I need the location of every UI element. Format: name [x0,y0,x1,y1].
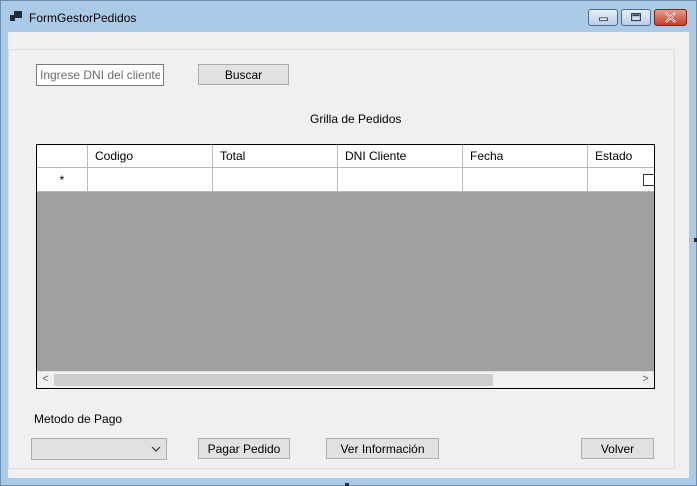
scroll-right-button[interactable]: > [637,372,654,388]
column-header-total[interactable]: Total [213,145,338,168]
row-header-corner [37,145,88,168]
estado-checkbox[interactable] [643,174,654,186]
title-bar[interactable]: FormGestorPedidos [1,1,696,31]
horizontal-scrollbar[interactable]: < > [37,371,654,388]
maximize-icon [631,13,641,22]
payment-method-combobox[interactable] [31,438,167,460]
payment-method-label: Metodo de Pago [34,412,123,426]
column-header-dni-cliente[interactable]: DNI Cliente [338,145,463,168]
chevron-down-icon [151,446,161,452]
back-button[interactable]: Volver [581,438,654,459]
cell-dni-cliente[interactable] [338,168,463,192]
search-button[interactable]: Buscar [198,64,289,85]
scrollbar-thumb[interactable] [54,374,493,386]
cell-total[interactable] [213,168,338,192]
close-button[interactable] [654,9,687,26]
cell-codigo[interactable] [88,168,213,192]
main-window: FormGestorPedidos Buscar Grilla de Pedid… [0,0,697,486]
new-row-marker: * [37,168,88,192]
window-title: FormGestorPedidos [29,11,137,25]
column-header-fecha[interactable]: Fecha [463,145,588,168]
orders-grid[interactable]: Codigo Total DNI Cliente Fecha Estado * … [36,144,655,389]
close-icon [665,12,676,23]
scroll-left-button[interactable]: < [37,372,54,388]
cell-estado[interactable] [588,168,654,192]
form-client-area: Buscar Grilla de Pedidos Codigo Total DN… [8,32,689,478]
minimize-button[interactable] [588,9,618,26]
cell-fecha[interactable] [463,168,588,192]
minimize-icon [599,17,608,22]
column-header-codigo[interactable]: Codigo [88,145,213,168]
dni-search-input[interactable] [36,64,164,86]
column-header-estado[interactable]: Estado [588,145,654,168]
maximize-button[interactable] [621,9,651,26]
pay-order-button[interactable]: Pagar Pedido [198,438,290,459]
app-icon [10,11,22,21]
view-info-button[interactable]: Ver Información [326,438,439,459]
grid-header-row: Codigo Total DNI Cliente Fecha Estado [37,145,654,168]
grid-title: Grilla de Pedidos [310,112,402,126]
